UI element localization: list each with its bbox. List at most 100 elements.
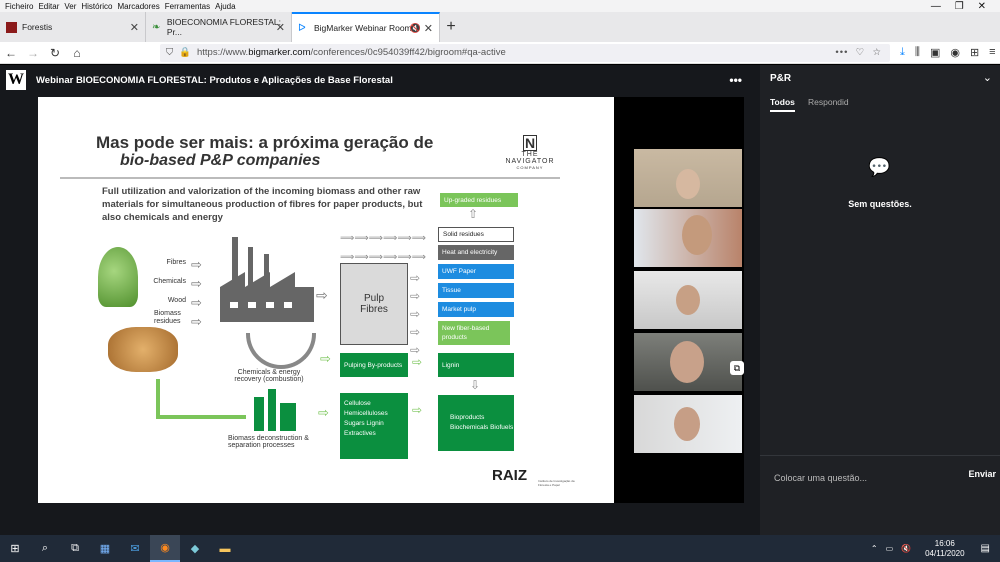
network-icon[interactable]: ▭ [886,544,894,553]
menu-historico[interactable]: Histórico [81,2,112,11]
back-button[interactable]: ← [0,42,22,64]
leaf-favicon-icon: ❧ [152,21,161,33]
close-tab-icon[interactable]: ✕ [424,22,433,35]
nav-bar: ← → ↻ ⌂ ⛉ 🔒 https://www. bigmarker.com/co… [0,42,1000,64]
camera-feed-1[interactable] [634,149,742,207]
library-icon[interactable]: ⫼ [915,46,920,59]
windows-start-icon[interactable]: ⊞ [0,535,30,562]
woodchips-image [108,327,178,372]
new-tab-button[interactable]: + [440,12,462,42]
window-controls[interactable]: — ❐ ✕ [931,1,986,12]
input-arrows: ⇨ ⇨ ⇨ ⇨ [191,257,202,329]
extensions-icon[interactable]: ⊞ [970,46,979,59]
output-arrows-top: ⟹⟹⟹⟹⟹⟹ ⟹⟹⟹⟹⟹⟹ [340,233,427,263]
system-tray: ⌃ ▭ 🔇 16:06 04/11/2020 ▤ [871,539,1000,559]
url-prefix: https://www. [196,47,249,58]
shield-icon[interactable]: ⛉ [166,47,173,58]
volume-muted-icon[interactable]: 🔇 [901,544,911,553]
green-path-vertical [156,379,160,419]
slide-intro-text: Full utilization and valorization of the… [102,186,423,223]
lignin-box: Lignin [438,353,514,377]
navigator-logo: N THE NAVIGATOR COMPANY [500,135,560,170]
qa-panel: P&R ⌄ Todos Respondid 💬 Sem questões. Co… [760,65,1000,535]
input-chemicals: Chemicals [153,278,186,285]
camera-feed-4[interactable] [634,333,742,391]
tab-forestis[interactable]: Forestis ✕ [0,12,146,42]
heat-electricity-box: Heat and electricity [438,245,514,260]
menu-ferramentas[interactable]: Ferramentas [165,2,210,11]
file-explorer-icon[interactable]: ▬ [210,535,240,562]
tissue-box: Tissue [438,283,514,298]
tab-bar: Forestis ✕ ❧ BIOECONOMIA FLORESTAL: Pr..… [0,12,1000,42]
question-input[interactable]: Colocar uma questão... [774,473,867,483]
raiz-subtitle: Instituto de Investigação da Floresta e … [538,479,575,487]
camera-feed-3[interactable] [634,271,742,329]
participant-face [676,169,700,199]
menu-ficheiro[interactable]: Ficheiro [5,2,33,11]
outlook-icon[interactable]: ✉ [120,535,150,562]
sidebar-icon[interactable]: ▣ [930,46,940,59]
pulp-fibres-box: Pulp Fibres [340,263,408,345]
mute-icon[interactable]: 🔇 [410,23,421,34]
more-options-icon[interactable]: ••• [729,73,742,87]
reload-button[interactable]: ↻ [44,42,66,64]
navigator-logo-subtext: COMPANY [516,165,544,170]
collapse-chevron-icon[interactable]: ⌄ [983,71,992,84]
input-wood: Wood [167,297,186,304]
notifications-icon[interactable]: ▤ [981,543,990,554]
tab-respondidas[interactable]: Respondid [808,97,849,107]
tab-bioeconomia[interactable]: ❧ BIOECONOMIA FLORESTAL: Pr... ✕ [146,12,292,42]
send-button[interactable]: Enviar [968,469,996,479]
calculator-icon[interactable]: ▦ [90,535,120,562]
menu-editar[interactable]: Editar [38,2,59,11]
participant-face [676,285,700,315]
tab-bigmarker[interactable]: ᐅ BigMarker Webinar Room 🔇 ✕ [292,12,440,42]
navigator-logo-mark: N [523,135,537,151]
firefox-icon[interactable]: ◉ [150,535,180,562]
close-tab-icon[interactable]: ✕ [276,21,285,34]
recovery-label: Chemicals & energy recovery (combustion) [234,369,304,383]
clock[interactable]: 16:06 04/11/2020 [925,539,964,559]
biorefinery-icon [254,389,296,431]
market-pulp-box: Market pulp [438,302,514,317]
task-view-icon[interactable]: ⧉ [60,535,90,562]
pulping-byproducts-box: Pulping By-products [340,353,408,377]
arrow-down-icon: ⇩ [470,378,481,392]
pip-toggle-icon[interactable]: ⧉ [730,361,744,375]
arrow-up-icon: ⇧ [468,207,479,221]
participant-face [670,341,704,383]
home-button[interactable]: ⌂ [66,42,88,64]
menu-icon[interactable]: ≡ [989,46,995,59]
search-icon[interactable]: ⌕ [30,535,60,562]
upgraded-residues-box: Up-graded residues [440,193,518,207]
app-icon[interactable]: ◆ [180,535,210,562]
solid-residues-box: Solid residues [438,227,514,242]
download-icon[interactable]: ⤓ [900,46,905,59]
raiz-logo: RAIZ [492,467,527,484]
lock-icon[interactable]: 🔒 [179,47,191,58]
tab-label: BIOECONOMIA FLORESTAL: Pr... [166,17,282,37]
account-icon[interactable]: ◉ [950,46,960,59]
tray-chevron-icon[interactable]: ⌃ [871,544,878,553]
camera-stage: ⧉ [614,97,744,503]
camera-feed-5[interactable] [634,395,742,453]
close-tab-icon[interactable]: ✕ [130,21,139,34]
arrow-to-pulp-icon: ⇨ [316,287,328,303]
input-biomass-residues: Biomass residues [154,310,181,325]
tab-todos[interactable]: Todos [770,97,795,112]
forward-button[interactable]: → [22,42,44,64]
url-bar[interactable]: ⛉ 🔒 https://www. bigmarker.com/conference… [160,43,890,62]
page-actions-icon[interactable]: ••• ♡ ☆ [835,47,882,58]
menu-ver[interactable]: Ver [64,2,76,11]
bigmarker-favicon-icon: ᐅ [298,22,306,34]
qa-panel-title: P&R [770,73,792,84]
webinar-header: W Webinar BIOECONOMIA FLORESTAL: Produto… [0,65,760,95]
slide-title-line1: Mas pode ser mais: a próxima geração de [96,133,434,152]
menu-marcadores[interactable]: Marcadores [118,2,160,11]
clock-time: 16:06 [934,538,955,548]
output-arrows-mid: ⇨ ⇨ ⇨ ⇨ ⇨ [410,271,421,357]
uwf-paper-box: UWF Paper [438,264,514,279]
menu-ajuda[interactable]: Ajuda [215,2,235,11]
participant-face [674,407,700,441]
camera-feed-2[interactable] [634,209,742,267]
